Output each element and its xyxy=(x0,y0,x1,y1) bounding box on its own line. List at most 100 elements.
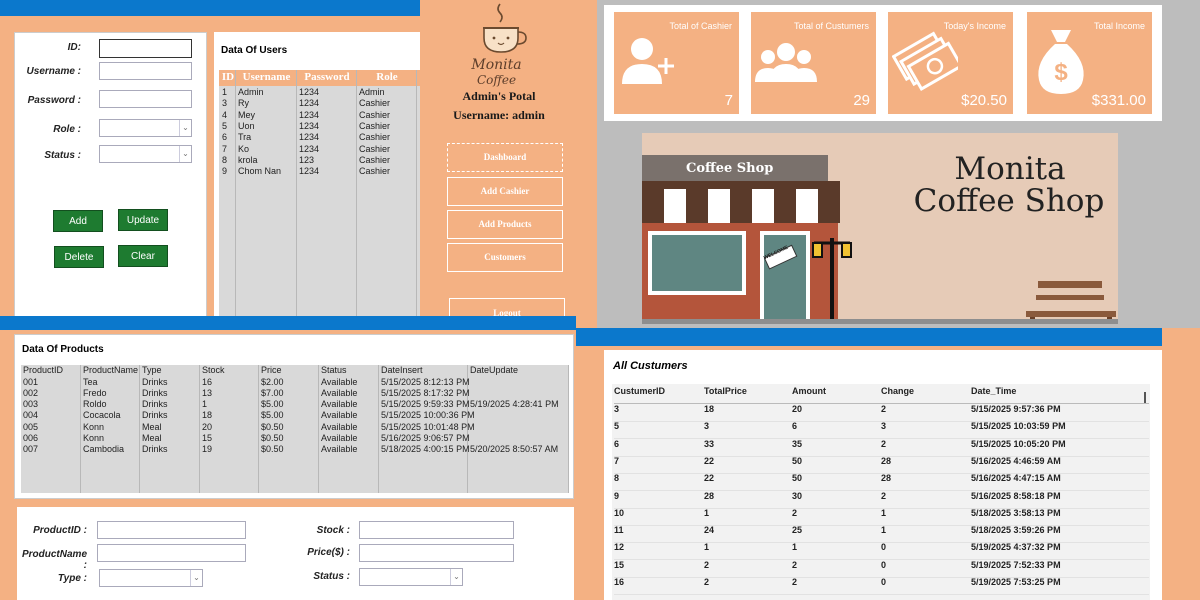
svg-text:$: $ xyxy=(1054,59,1068,86)
grid-cell: 2 xyxy=(792,559,798,570)
grid-cell: Tra xyxy=(238,132,252,143)
grid-cell: 1234 xyxy=(299,132,320,143)
card-title: Total of Custumers xyxy=(793,21,869,31)
grid-cell: 8 xyxy=(222,154,228,165)
customers-title: All Custumers xyxy=(613,360,688,372)
grid-cell: 19 xyxy=(202,444,213,455)
nav-customers-button[interactable]: Customers xyxy=(447,243,563,272)
grid-cell: $0.50 xyxy=(261,444,284,455)
card-total-customers: Total of Custumers 29 xyxy=(751,12,876,114)
grid-cell: krola xyxy=(238,154,258,165)
table-row[interactable]: 16 2 2 0 5/19/2025 7:53:25 PM xyxy=(614,577,1149,595)
grid-cell: 7 xyxy=(222,143,228,154)
grid-cell: Drinks xyxy=(142,399,168,410)
users-data-grid[interactable]: ID Username Password Role 1 Admin 1234 Admin 3 Ry… xyxy=(219,70,420,317)
products-data-grid[interactable]: ProductID ProductName Type Stock Price Status… xyxy=(21,365,569,493)
table-row[interactable]: 6 33 35 2 5/15/2025 10:05:20 PM xyxy=(614,439,1149,457)
table-row[interactable]: 7 22 50 28 5/16/2025 4:46:59 AM xyxy=(614,456,1149,474)
column-header[interactable]: Type xyxy=(142,365,162,375)
product-id-label: ProductID : xyxy=(33,525,87,536)
table-row[interactable]: 12 1 1 0 5/19/2025 4:37:32 PM xyxy=(614,542,1149,561)
stock-input[interactable] xyxy=(359,521,514,539)
nav-add-products-button[interactable]: Add Products xyxy=(447,210,563,239)
grid-cell: 13 xyxy=(202,387,213,398)
column-header[interactable]: ProductName xyxy=(83,365,138,375)
products-title-bar xyxy=(0,316,576,330)
grid-cell: Drinks xyxy=(142,444,168,455)
grid-cell: $7.00 xyxy=(261,387,284,398)
grid-cell: 9 xyxy=(614,490,620,501)
clear-button[interactable]: Clear xyxy=(118,245,168,267)
grid-cell: 2 xyxy=(704,577,710,587)
grid-cell: 7 xyxy=(614,455,620,466)
column-header[interactable]: Password xyxy=(298,71,356,83)
column-header[interactable]: Amount xyxy=(792,386,826,396)
grid-cell: Drinks xyxy=(142,376,168,387)
grid-cell: 18 xyxy=(704,404,715,414)
users-grid-panel: Data Of Users ID Username Password Role 1 Adm… xyxy=(214,32,420,317)
password-input[interactable] xyxy=(99,90,192,108)
table-row[interactable]: 15 2 2 0 5/19/2025 7:52:33 PM xyxy=(614,560,1149,578)
table-row[interactable]: 8 22 50 28 5/16/2025 4:47:15 AM xyxy=(614,473,1149,492)
grid-cell: Cashier xyxy=(359,132,391,143)
grid-cell: 28 xyxy=(704,490,715,501)
grid-cell: Available xyxy=(321,399,358,410)
grid-cell: 25 xyxy=(792,525,803,536)
group-icon xyxy=(755,43,817,82)
username-display: Username: admin xyxy=(453,108,545,122)
column-header[interactable]: DateUpdate xyxy=(470,365,518,375)
product-status-select[interactable]: ⌄ xyxy=(359,568,463,586)
column-header[interactable]: TotalPrice xyxy=(704,386,747,396)
column-header[interactable]: Price xyxy=(261,365,282,375)
grid-cell: 5/19/2025 4:28:41 PM xyxy=(470,399,559,410)
users-form-panel: ID: Username : Password : Role : ⌄ Statu… xyxy=(14,32,207,317)
chevron-down-icon: ⌄ xyxy=(450,569,462,585)
grid-cell: Chom Nan xyxy=(238,166,282,177)
product-name-input[interactable] xyxy=(97,544,246,562)
column-header[interactable]: ID xyxy=(221,71,235,83)
column-header[interactable]: DateInsert xyxy=(381,365,423,375)
username-input[interactable] xyxy=(99,62,192,80)
grid-cell: 5/19/2025 4:37:32 PM xyxy=(971,542,1061,553)
portal-title: Admin's Potal xyxy=(462,89,536,103)
table-row[interactable]: 5 3 6 3 5/15/2025 10:03:59 PM xyxy=(614,421,1149,440)
column-header[interactable]: Date_Time xyxy=(971,386,1016,396)
column-header[interactable]: ProductID xyxy=(23,365,63,375)
table-row[interactable]: 3 18 20 2 5/15/2025 9:57:36 PM xyxy=(614,404,1149,422)
grid-cell: 1234 xyxy=(299,98,320,109)
column-header[interactable]: Username xyxy=(237,71,296,83)
nav-add-cashier-button[interactable]: Add Cashier xyxy=(447,177,563,206)
grid-cell: Available xyxy=(321,410,358,421)
column-header[interactable]: Change xyxy=(881,386,914,396)
grid-cell: 4 xyxy=(222,109,228,120)
add-button[interactable]: Add xyxy=(53,210,103,232)
price-input[interactable] xyxy=(359,544,514,562)
delete-button[interactable]: Delete xyxy=(54,246,104,268)
nav-dashboard-button[interactable]: Dashboard xyxy=(447,143,563,172)
grid-cell: Admin xyxy=(238,87,264,97)
grid-cell: 35 xyxy=(792,438,803,449)
table-row[interactable]: 9 28 30 2 5/16/2025 8:58:18 PM xyxy=(614,491,1149,509)
table-row[interactable]: 10 1 2 1 5/18/2025 3:58:13 PM xyxy=(614,508,1149,526)
table-row[interactable]: 11 24 25 1 5/18/2025 3:59:26 PM xyxy=(614,525,1149,544)
type-select[interactable]: ⌄ xyxy=(99,569,203,587)
grid-cell: 5/15/2025 10:03:59 PM xyxy=(971,421,1066,432)
grid-column-divider xyxy=(468,365,569,493)
status-select[interactable]: ⌄ xyxy=(99,145,192,163)
role-select[interactable]: ⌄ xyxy=(99,119,192,137)
column-header[interactable]: Status xyxy=(321,365,347,375)
price-label: Price($) : xyxy=(307,547,350,558)
chevron-down-icon: ⌄ xyxy=(179,146,191,162)
grid-cell: 9 xyxy=(222,166,228,177)
grid-cell: Meal xyxy=(142,421,162,432)
update-button[interactable]: Update xyxy=(118,209,168,231)
grid-cell: 5 xyxy=(222,120,228,131)
column-header[interactable]: Stock xyxy=(202,365,225,375)
id-input[interactable] xyxy=(99,39,192,58)
products-grid-panel: Data Of Products ProductID ProductName Typ… xyxy=(14,334,574,499)
column-header[interactable]: CustumerID xyxy=(614,386,665,396)
grid-cell: Ko xyxy=(238,143,250,154)
grid-cell: 1 xyxy=(792,542,798,553)
product-id-input[interactable] xyxy=(97,521,246,539)
column-header[interactable]: Role xyxy=(358,71,416,83)
